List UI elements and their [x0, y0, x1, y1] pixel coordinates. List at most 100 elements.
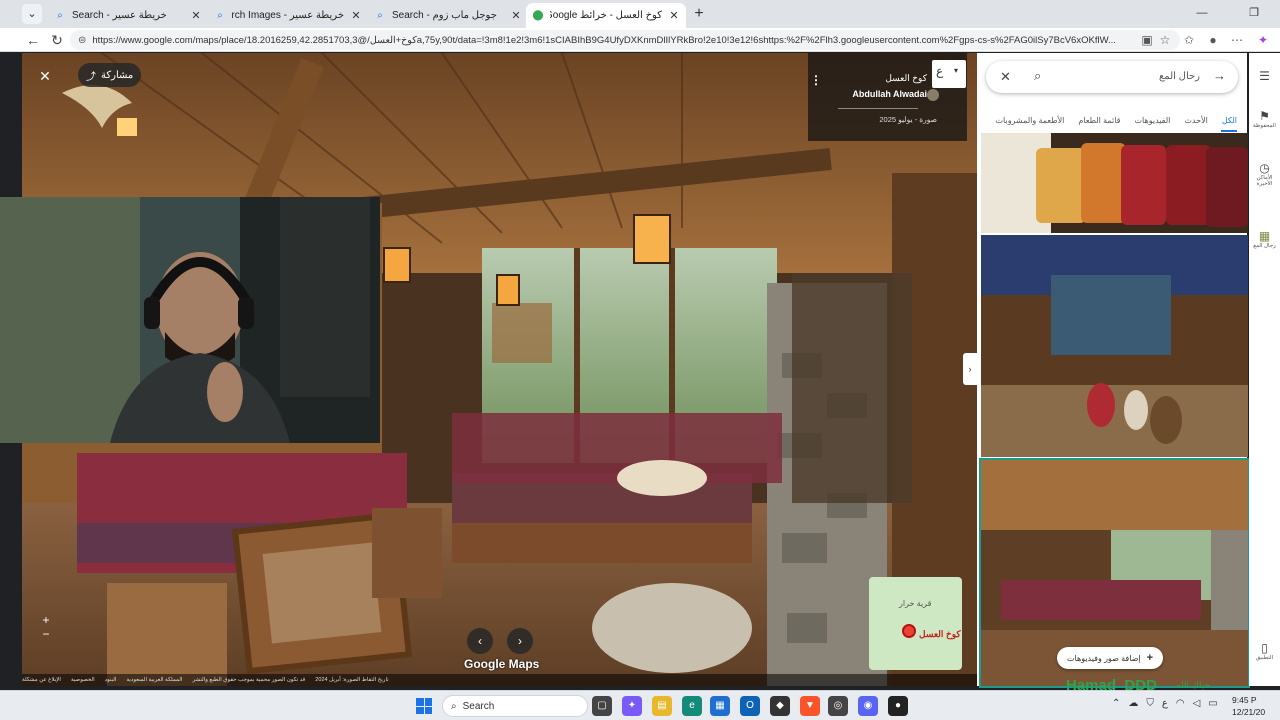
photo-category-tabs: الكل الأحدث الفيديوهات قائمة الطعام الأط…	[977, 109, 1247, 131]
privacy-link[interactable]: الخصوصية	[71, 677, 95, 683]
search-favicon-icon: ⌕	[217, 9, 223, 21]
zoom-out-button[interactable]: −	[39, 627, 53, 641]
photo-controls-box[interactable]: ع ▾	[932, 60, 966, 88]
close-tab-icon[interactable]: ✕	[668, 9, 680, 22]
zoom-in-button[interactable]: +	[39, 613, 53, 627]
recent-place-button[interactable]: ▦ رجال المع	[1249, 229, 1280, 249]
favorites-icon[interactable]: ✩	[1180, 31, 1198, 49]
app-icon[interactable]: ◆	[770, 696, 790, 716]
close-tab-icon[interactable]: ✕	[190, 9, 202, 22]
copilot-icon[interactable]: ✦	[1254, 31, 1272, 49]
mini-map[interactable]: قرية خرار كوخ العسل	[869, 577, 962, 670]
menu-icon: ☰	[1259, 69, 1270, 83]
shield-icon[interactable]: ⛉	[1146, 698, 1154, 709]
system-tray: ⌃ ☁ ⛉ ع ◠ ◁ ▭	[1112, 698, 1218, 709]
store-icon[interactable]: ▦	[710, 696, 730, 716]
address-bar[interactable]: ⊜ https://www.google.com/maps/place/كوخ+…	[70, 30, 1180, 50]
tab-actions-menu-button[interactable]: ⌄	[22, 4, 42, 24]
brave-browser-icon[interactable]: ▼	[800, 696, 820, 716]
photo-thumbnail-shop[interactable]	[981, 235, 1248, 457]
add-photos-button[interactable]: + إضافة صور وفيديوهات	[1057, 647, 1164, 669]
language-icon[interactable]: ع	[1162, 698, 1168, 709]
new-tab-button[interactable]: +	[690, 5, 708, 23]
place-name: كوخ العسل	[885, 73, 927, 83]
terms-link[interactable]: البنود	[105, 677, 117, 683]
directions-arrow-icon[interactable]: →	[1213, 68, 1226, 83]
history-icon: ◷	[1259, 161, 1270, 175]
favorite-star-icon[interactable]: ☆	[1156, 31, 1174, 49]
search-favicon-icon: ⌕	[57, 9, 63, 21]
maps-search-box[interactable]: ✕ ⌕ رحال المع →	[986, 61, 1238, 93]
profile-avatar-icon[interactable]: ●	[1204, 31, 1222, 49]
battery-icon[interactable]: ▭	[1208, 698, 1217, 709]
browser-tab-active[interactable]: ⬤ كوخ العسل - خرائط Google ✕	[526, 3, 686, 28]
taskbar-search-label: Search	[462, 700, 495, 712]
tab-latest[interactable]: الأحدث	[1184, 116, 1207, 125]
site-info-icon[interactable]: ⊜	[78, 35, 86, 46]
edge-browser-icon[interactable]: e	[682, 696, 702, 716]
collapse-panel-button[interactable]: ›	[963, 353, 977, 385]
browser-tab[interactable]: ⌕ خريطة عسير - Search Images ✕	[208, 3, 368, 28]
tab-title: خريطة عسير - Search Images	[232, 10, 344, 21]
chevron-down-icon[interactable]: ▾	[954, 66, 958, 75]
game-app-icon[interactable]: ◎	[828, 696, 848, 716]
task-view-icon[interactable]: ▢	[592, 696, 612, 716]
close-viewer-button[interactable]: ✕	[34, 65, 56, 87]
browser-tab[interactable]: ⌕ جوجل ماب زوم - Search ✕	[368, 3, 528, 28]
clock-time: 9:45 P	[1232, 695, 1257, 705]
share-button[interactable]: ⤴ مشاركة	[78, 63, 142, 87]
volume-icon[interactable]: ◁	[1193, 698, 1201, 709]
discord-icon[interactable]: ◉	[858, 696, 878, 716]
wifi-icon[interactable]: ◠	[1176, 698, 1185, 709]
photo-date: صورة - يوليو 2025	[879, 115, 937, 124]
close-tab-icon[interactable]: ✕	[350, 9, 362, 22]
split-screen-icon[interactable]: ▣	[1138, 31, 1156, 49]
tab-menu[interactable]: قائمة الطعام	[1078, 116, 1120, 125]
photo-thumbnail-honey-jars[interactable]	[981, 133, 1248, 233]
copilot-app-icon[interactable]: ✦	[622, 696, 642, 716]
report-problem-link[interactable]: الإبلاغ عن مشكلة	[22, 677, 61, 683]
previous-photo-button[interactable]: ‹	[467, 628, 493, 654]
photos-panel: ✕ ⌕ رحال المع → الكل الأحدث الفيديوهات ق…	[977, 53, 1250, 688]
minimap-village-label: قرية خرار	[899, 599, 932, 608]
clear-search-icon[interactable]: ✕	[1000, 69, 1011, 85]
close-tab-icon[interactable]: ✕	[510, 9, 522, 22]
add-photos-label: إضافة صور وفيديوهات	[1067, 653, 1141, 663]
windows-start-icon[interactable]	[416, 698, 432, 714]
photo-author[interactable]: Abdullah Alwadai	[852, 89, 927, 99]
search-icon[interactable]: ⌕	[1034, 68, 1041, 84]
tab-videos[interactable]: الفيديوهات	[1135, 116, 1171, 125]
reload-button[interactable]: ↻	[48, 31, 66, 49]
back-button[interactable]: ←	[24, 31, 42, 49]
back-arrow-icon[interactable]: ع	[936, 64, 943, 78]
author-avatar[interactable]	[927, 89, 939, 101]
next-photo-button[interactable]: ›	[507, 628, 533, 654]
more-options-icon[interactable]: ⋮	[810, 73, 822, 87]
zoom-control: + −	[39, 613, 53, 641]
file-explorer-icon[interactable]: ▤	[652, 696, 672, 716]
search-favicon-icon: ⌕	[377, 9, 383, 21]
taskbar-search-box[interactable]: ⌕ Search	[442, 695, 588, 717]
browser-tab[interactable]: ⌕ خريطة عسير - Search ✕	[48, 3, 208, 28]
get-app-button[interactable]: ▯ التطبيق	[1249, 641, 1280, 661]
saved-button[interactable]: ⚑ المحفوظة	[1249, 109, 1280, 129]
webcam-overlay	[0, 197, 380, 443]
chevron-up-icon[interactable]: ⌃	[1112, 698, 1120, 709]
tab-all[interactable]: الكل	[1222, 116, 1237, 125]
menu-button[interactable]: ☰	[1249, 69, 1280, 83]
cloud-icon[interactable]: ☁	[1128, 698, 1138, 709]
search-input[interactable]: رحال المع	[1159, 71, 1200, 82]
recent-button[interactable]: ◷ الأماكن الأخيرة	[1249, 161, 1280, 187]
tab-food-drinks[interactable]: الأطعمة والمشروبات	[996, 116, 1065, 125]
tab-title: كوخ العسل - خرائط Google	[550, 10, 662, 21]
more-options-icon[interactable]: ⋯	[1228, 31, 1246, 49]
outlook-icon[interactable]: O	[740, 696, 760, 716]
windows-taskbar: ⌕ Search ▢ ✦ ▤ e ▦ O ◆ ▼ ◎ ◉ ● ⌃ ☁ ⛉ ع ◠…	[0, 690, 1280, 720]
system-clock[interactable]: 9:45 P 12/21/20	[1232, 694, 1280, 718]
restore-window-button[interactable]: ❐	[1244, 4, 1264, 22]
rail-label: الأماكن الأخيرة	[1256, 175, 1273, 187]
bookmark-icon: ⚑	[1259, 109, 1270, 123]
obs-icon[interactable]: ●	[888, 696, 908, 716]
minimize-window-button[interactable]: —	[1192, 4, 1212, 22]
minimap-place-label: كوخ العسل	[919, 629, 961, 639]
